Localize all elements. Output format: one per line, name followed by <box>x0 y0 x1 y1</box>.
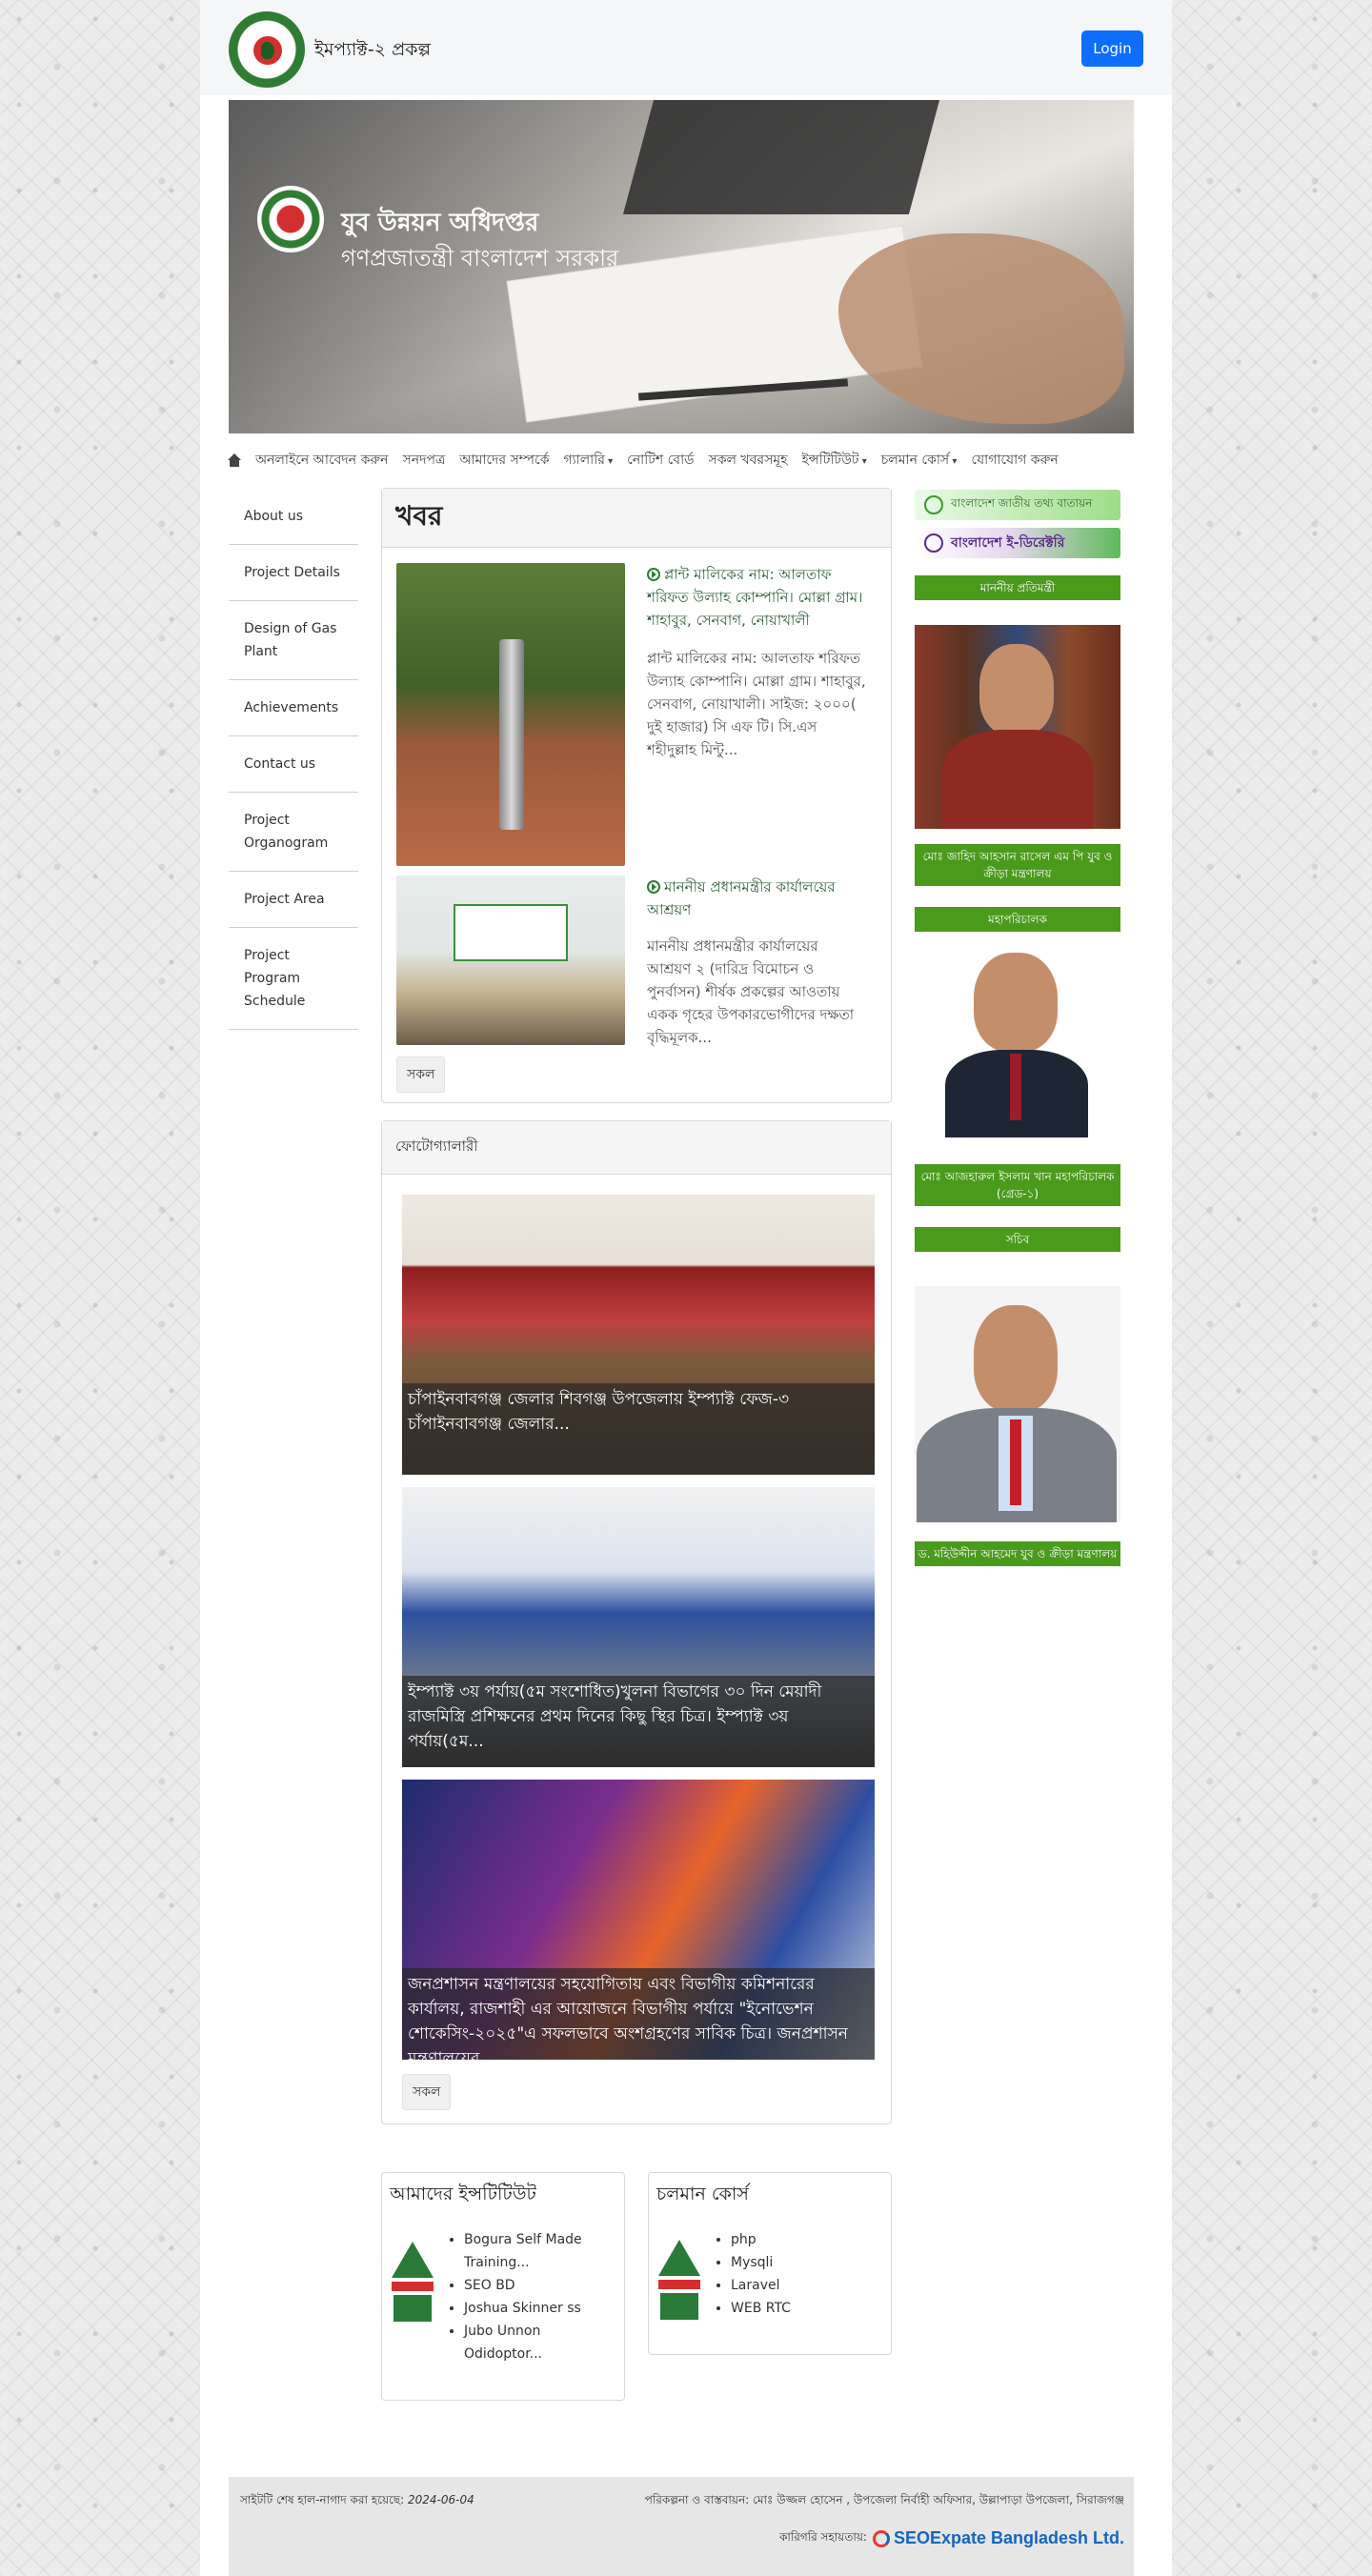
banner-seal-logo <box>257 186 324 252</box>
technical-support: কারিগরি সহায়তায়: SEOExpate Bangladesh … <box>778 2528 1124 2548</box>
courses-card: চলমান কোর্স php Mysqli Laravel WEB RTC <box>648 2172 892 2355</box>
gallery-more-button[interactable]: সকল <box>402 2074 452 2110</box>
sidebar-item-schedule[interactable]: Project Program Schedule <box>229 928 358 1030</box>
gallery-item[interactable]: ইম্প্যাক্ট ৩য় পর্যায়(৫ম সংশোধিত)খুলনা … <box>402 1487 875 1767</box>
sidebar-item-area[interactable]: Project Area <box>229 872 358 928</box>
institutes-heading: আমাদের ইন্সটিটিউট <box>390 2184 536 2204</box>
nav-gallery-dropdown[interactable]: গ্যালারি <box>563 449 613 472</box>
arrow-circle-icon <box>647 880 660 894</box>
gallery-item[interactable]: চাঁপাইনবাবগঞ্জ জেলার শিবগঞ্জ উপজেলায় ইম… <box>402 1195 875 1475</box>
directory-icon <box>924 533 943 553</box>
course-item[interactable]: Laravel <box>731 2274 887 2297</box>
login-button[interactable]: Login <box>1081 30 1143 67</box>
sidebar-item-about[interactable]: About us <box>229 489 358 545</box>
news-thumbnail[interactable] <box>396 875 625 1045</box>
site-footer: সাইটটি শেষ হাল-নাগাদ করা হয়েছে: 2024-06… <box>229 2477 1134 2576</box>
news-more-button[interactable]: সকল <box>396 1057 446 1093</box>
news-title-link[interactable]: মাননীয় প্রধানমন্ত্রীর কার্যালয়ের আশ্রয… <box>647 875 866 921</box>
site-title[interactable]: ইমপ্যাক্ট-২ প্রকল্প <box>314 36 431 67</box>
main-nav: অনলাইনে আবেদন করুন সনদপত্র আমাদের সম্পর্… <box>227 448 1141 473</box>
course-item[interactable]: WEB RTC <box>731 2297 887 2320</box>
nav-online-apply[interactable]: অনলাইনে আবেদন করুন <box>255 449 389 472</box>
courses-list: php Mysqli Laravel WEB RTC <box>716 2228 887 2320</box>
sidebar-item-organogram[interactable]: Project Organogram <box>229 793 358 872</box>
minister-name: মোঃ জাহিদ আহসান রাসেল এম পি যুব ও ক্রীড়… <box>915 844 1120 886</box>
minister-photo <box>915 625 1120 829</box>
courses-heading: চলমান কোর্স <box>656 2184 749 2204</box>
institute-item[interactable]: SEO BD <box>464 2274 620 2297</box>
photo-gallery-card: ফোটোগ্যালারী চাঁপাইনবাবগঞ্জ জেলার শিবগঞ্… <box>381 1120 892 2124</box>
course-logo <box>658 2240 702 2320</box>
news-title-link[interactable]: প্লান্ট মালিকের নাম: আলতাফ শরিফত উল্যাহ … <box>647 563 866 632</box>
nav-institute-dropdown[interactable]: ইন্সটিটিউট <box>801 449 866 472</box>
gallery-caption: চাঁপাইনবাবগঞ্জ জেলার শিবগঞ্জ উপজেলায় ইম… <box>402 1383 875 1475</box>
nav-course-dropdown[interactable]: চলমান কোর্স <box>881 449 958 472</box>
footer-credit: পরিকল্পনা ও বাস্তবায়ন: মোঃ উজ্জল হোসেন … <box>644 2493 1124 2506</box>
sidebar-item-project-details[interactable]: Project Details <box>229 545 358 601</box>
left-sidebar: About us Project Details Design of Gas P… <box>229 489 358 1030</box>
government-seal-logo[interactable] <box>229 11 305 88</box>
course-item[interactable]: php <box>731 2228 887 2251</box>
sidebar-item-contact[interactable]: Contact us <box>229 736 358 793</box>
page-container: ইমপ্যাক্ট-২ প্রকল্প Login যুব উন্নয়ন অধ… <box>200 0 1172 2576</box>
sidebar-item-gas-plant[interactable]: Design of Gas Plant <box>229 601 358 680</box>
gallery-caption: ইম্প্যাক্ট ৩য় পর্যায়(৫ম সংশোধিত)খুলনা … <box>402 1676 875 1767</box>
e-directory-link[interactable]: বাংলাদেশ ই-ডিরেক্টরি <box>915 528 1120 558</box>
sidebar-item-achievements[interactable]: Achievements <box>229 680 358 736</box>
secretary-name: ড. মহিউদ্দীন আহমেদ যুব ও ক্রীড়া মন্ত্রণ… <box>915 1541 1120 1566</box>
nav-notice-board[interactable]: নোটিশ বোর্ড <box>627 449 694 472</box>
institutes-card: আমাদের ইন্সটিটিউট Bogura Self Made Train… <box>381 2172 625 2401</box>
portal-icon <box>924 495 943 514</box>
gallery-item[interactable]: জনপ্রশাসন মন্ত্রণালয়ের সহযোগিতায় এবং ব… <box>402 1780 875 2060</box>
news-excerpt: মাননীয় প্রধানমন্ত্রীর কার্যালয়ের আশ্রয… <box>647 937 855 1046</box>
site-header: ইমপ্যাক্ট-২ প্রকল্প Login <box>200 0 1172 95</box>
seoexpate-icon <box>872 2529 890 2547</box>
dg-photo <box>915 947 1120 1137</box>
minister-label: মাননীয় প্রতিমন্ত্রী <box>915 575 1120 600</box>
institute-item[interactable]: Joshua Skinner ss <box>464 2297 620 2320</box>
home-icon[interactable] <box>227 453 242 467</box>
gallery-caption: জনপ্রশাসন মন্ত্রণালয়ের সহযোগিতায় এবং ব… <box>402 1968 875 2060</box>
course-item[interactable]: Mysqli <box>731 2251 887 2274</box>
gallery-heading: ফোটোগ্যালারী <box>382 1121 891 1175</box>
institute-item[interactable]: Jubo Unnon Odidoptor... <box>464 2320 620 2365</box>
institutes-list: Bogura Self Made Training... SEO BD Josh… <box>449 2228 620 2365</box>
nav-certificate[interactable]: সনদপত্র <box>403 449 446 472</box>
banner-title: যুব উন্নয়ন অধিদপ্তর <box>341 209 539 237</box>
secretary-label: সচিব <box>915 1227 1120 1252</box>
news-excerpt: প্লান্ট মালিকের নাম: আলতাফ শরিফত উল্যাহ … <box>647 650 866 758</box>
arrow-circle-icon <box>647 568 660 581</box>
seoexpate-logo[interactable]: SEOExpate Bangladesh Ltd. <box>872 2528 1124 2548</box>
dg-label: মহাপরিচালক <box>915 907 1120 932</box>
news-thumbnail[interactable] <box>396 563 625 866</box>
news-heading: খবর <box>382 489 891 548</box>
nav-contact[interactable]: যোগাযোগ করুন <box>971 449 1058 472</box>
national-portal-link[interactable]: বাংলাদেশ জাতীয় তথ্য বাতায়ন <box>915 490 1120 520</box>
banner-subtitle: গণপ্রজাতন্ত্রী বাংলাদেশ সরকার <box>341 245 619 272</box>
secretary-photo <box>915 1286 1120 1522</box>
institute-item[interactable]: Bogura Self Made Training... <box>464 2228 620 2274</box>
hero-banner: যুব উন্নয়ন অধিদপ্তর গণপ্রজাতন্ত্রী বাংল… <box>229 100 1134 433</box>
nav-all-news[interactable]: সকল খবরসমূহ <box>708 449 787 472</box>
last-updated: সাইটটি শেষ হাল-নাগাদ করা হয়েছে: 2024-06… <box>240 2493 474 2506</box>
nav-about[interactable]: আমাদের সম্পর্কে <box>459 449 549 472</box>
dg-name: মোঃ আজহারুল ইসলাম খান মহাপরিচালক (গ্রেড-… <box>915 1164 1120 1206</box>
institute-logo <box>392 2242 435 2322</box>
news-card: খবর প্লান্ট মালিকের নাম: আলতাফ শরিফত উল্… <box>381 488 892 1103</box>
